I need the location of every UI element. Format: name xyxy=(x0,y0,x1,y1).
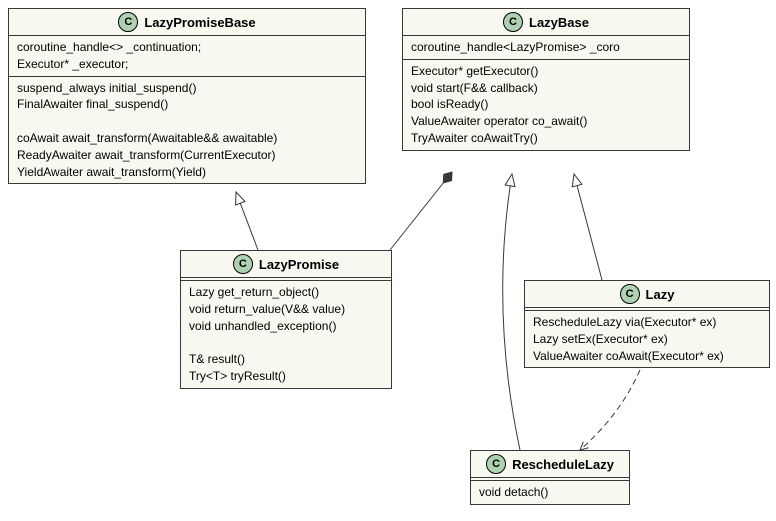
class-lazy: C Lazy RescheduleLazy via(Executor* ex) L… xyxy=(524,280,770,368)
class-name: LazyPromiseBase xyxy=(144,15,255,30)
class-fields: coroutine_handle<> _continuation; Execut… xyxy=(9,36,365,77)
class-badge-icon: C xyxy=(118,12,138,32)
class-name: LazyPromise xyxy=(259,257,339,272)
class-lazy-promise: C LazyPromise Lazy get_return_object() vo… xyxy=(180,250,392,389)
dependency-arrow xyxy=(580,370,640,450)
class-methods: void detach() xyxy=(471,481,629,504)
inheritance-arrow xyxy=(503,174,520,450)
class-lazy-base: C LazyBase coroutine_handle<LazyPromise> … xyxy=(402,8,690,151)
class-name: Lazy xyxy=(646,287,675,302)
inheritance-arrow xyxy=(236,192,258,250)
class-badge-icon: C xyxy=(620,284,640,304)
class-fields: coroutine_handle<LazyPromise> _coro xyxy=(403,36,689,60)
class-methods: Lazy get_return_object() void return_val… xyxy=(181,281,391,388)
class-title: C LazyPromise xyxy=(181,251,391,278)
class-title: C RescheduleLazy xyxy=(471,451,629,478)
class-badge-icon: C xyxy=(486,454,506,474)
class-methods: RescheduleLazy via(Executor* ex) Lazy se… xyxy=(525,311,769,367)
class-title: C LazyPromiseBase xyxy=(9,9,365,36)
class-name: RescheduleLazy xyxy=(512,457,614,472)
class-name: LazyBase xyxy=(529,15,589,30)
class-lazy-promise-base: C LazyPromiseBase coroutine_handle<> _con… xyxy=(8,8,366,184)
class-title: C LazyBase xyxy=(403,9,689,36)
class-title: C Lazy xyxy=(525,281,769,308)
composition-arrow xyxy=(390,172,452,250)
class-badge-icon: C xyxy=(233,254,253,274)
inheritance-arrow xyxy=(574,174,602,280)
class-badge-icon: C xyxy=(503,12,523,32)
class-methods: Executor* getExecutor() void start(F&& c… xyxy=(403,60,689,150)
class-reschedule-lazy: C RescheduleLazy void detach() xyxy=(470,450,630,505)
class-methods: suspend_always initial_suspend() FinalAw… xyxy=(9,77,365,184)
